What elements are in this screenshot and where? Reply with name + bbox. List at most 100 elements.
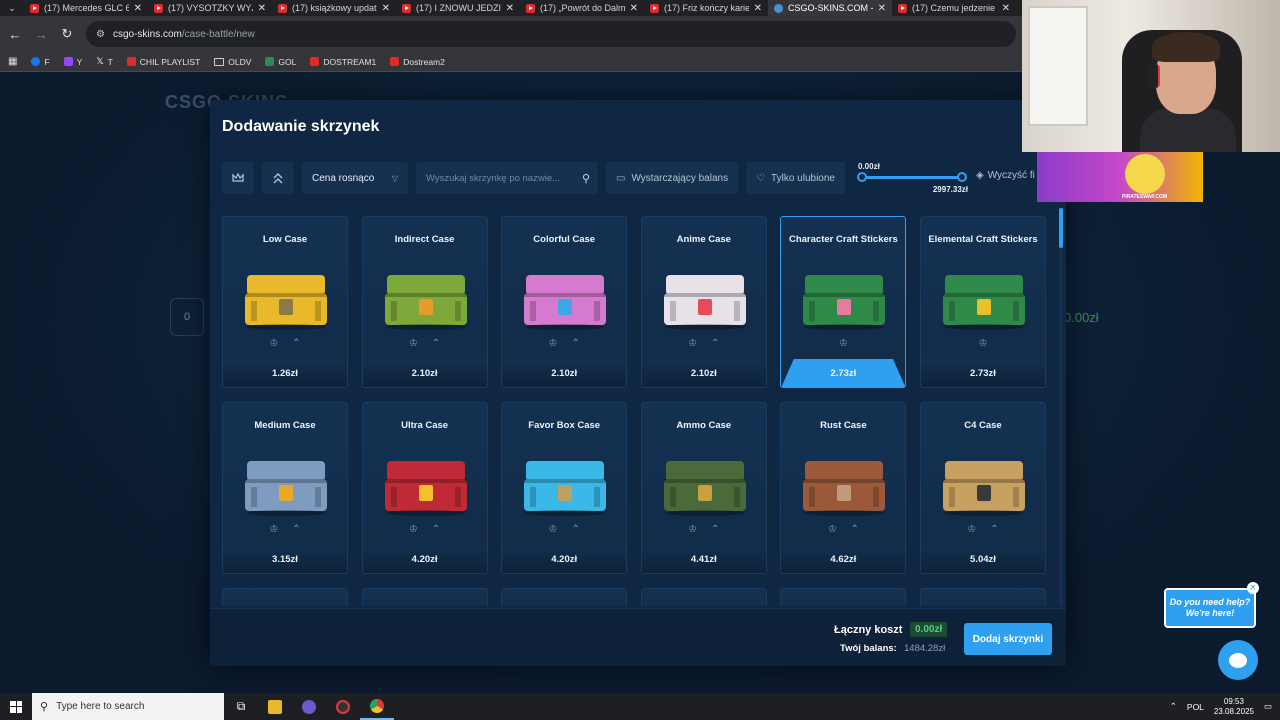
tray-chevron-icon[interactable]: ⌃: [1170, 701, 1177, 712]
add-cases-button[interactable]: Dodaj skrzynki: [964, 623, 1052, 655]
file-explorer-icon[interactable]: [258, 693, 292, 720]
case-card-partial[interactable]: [361, 588, 488, 606]
browser-tab[interactable]: (17) I ZNOWU JEDZIE ✕: [396, 0, 520, 16]
search-icon[interactable]: ⚲: [582, 172, 590, 185]
range-min-handle[interactable]: [857, 172, 867, 182]
reload-icon[interactable]: ↻: [60, 26, 74, 42]
browser-tab[interactable]: (17) Mercedes GLC 6 ✕: [24, 0, 148, 16]
case-card-partial[interactable]: [919, 588, 1046, 606]
chevrons-up-icon[interactable]: ⌃: [711, 338, 719, 349]
case-card[interactable]: Anime Case ♔ ⌃ 2.10zł: [640, 216, 767, 388]
task-view-icon[interactable]: ⧉: [224, 693, 258, 720]
price-range-slider[interactable]: 0.00zł 2997.33zł: [857, 160, 968, 196]
sort-select[interactable]: Cena rosnąco ▽: [302, 162, 408, 194]
range-track[interactable]: [862, 176, 962, 179]
case-card-partial[interactable]: [222, 588, 348, 606]
scrollbar-thumb[interactable]: [1059, 208, 1063, 248]
bookmark-item[interactable]: 𝕏T: [96, 56, 112, 67]
app-icon-1[interactable]: [292, 693, 326, 720]
chrome-icon[interactable]: [360, 693, 394, 720]
crown-icon[interactable]: ♔: [839, 338, 848, 349]
case-card-partial[interactable]: [640, 588, 767, 606]
case-grid-scrollbar[interactable]: [1059, 208, 1063, 606]
bookmark-item[interactable]: CHIL PLAYLIST: [126, 56, 200, 67]
case-card[interactable]: Elemental Craft Stickers ♔ 2.73zł: [919, 216, 1046, 388]
crown-icon[interactable]: ♔: [549, 338, 558, 349]
chevrons-up-icon[interactable]: ⌃: [571, 338, 579, 349]
clear-filters-button[interactable]: ◈ Wyczyść fi: [976, 170, 1035, 181]
language-indicator[interactable]: POL: [1187, 702, 1204, 712]
chat-button[interactable]: [1218, 640, 1258, 680]
bookmark-item[interactable]: Y: [63, 56, 82, 67]
favorites-toggle[interactable]: ♡ Tylko ulubione: [746, 162, 845, 194]
chevrons-up-icon[interactable]: ⌃: [292, 338, 300, 349]
case-card[interactable]: Indirect Case ♔ ⌃ 2.10zł: [361, 216, 488, 388]
crown-icon[interactable]: ♔: [549, 524, 558, 535]
case-search-input[interactable]: [426, 172, 582, 184]
browser-tab[interactable]: (17) „Powrót do Dalm ✕: [520, 0, 644, 16]
taskbar-search-input[interactable]: [56, 701, 207, 712]
close-tab-icon[interactable]: ✕: [878, 3, 886, 14]
case-card[interactable]: Rust Case ♔ ⌃ 4.62zł: [780, 402, 907, 574]
bookmark-item[interactable]: F: [31, 56, 50, 67]
chevrons-up-icon[interactable]: ⌃: [851, 524, 859, 535]
browser-tab[interactable]: (17) Friz kończy karie ✕: [644, 0, 768, 16]
browser-tab[interactable]: (17) książkowy updat ✕: [272, 0, 396, 16]
case-card[interactable]: Low Case ♔ ⌃ 1.26zł: [222, 216, 348, 388]
rank-filter-button[interactable]: [262, 162, 294, 194]
chevrons-up-icon[interactable]: ⌃: [711, 524, 719, 535]
crown-icon[interactable]: ♔: [269, 338, 278, 349]
chevrons-up-icon[interactable]: ⌃: [571, 524, 579, 535]
site-info-icon[interactable]: ⚙: [96, 29, 105, 40]
help-bubble[interactable]: Do you need help? We're here!: [1164, 588, 1256, 628]
chevrons-up-icon[interactable]: ⌃: [432, 338, 440, 349]
crown-icon[interactable]: ♔: [828, 524, 837, 535]
browser-tab[interactable]: CSGO-SKINS.COM - ✕: [768, 0, 892, 16]
sufficient-balance-toggle[interactable]: ▭ Wystarczający balans: [606, 162, 739, 194]
crown-icon[interactable]: ♔: [688, 524, 697, 535]
close-tab-icon[interactable]: ✕: [382, 3, 390, 14]
range-max-handle[interactable]: [957, 172, 967, 182]
url-field[interactable]: ⚙ csgo-skins.com/case-battle/new: [86, 21, 1016, 47]
app-icon-2[interactable]: [326, 693, 360, 720]
windows-start-button[interactable]: [0, 693, 32, 720]
browser-tab[interactable]: (17) VYSOTZKY WYJA ✕: [148, 0, 272, 16]
crown-icon[interactable]: ♔: [978, 338, 987, 349]
case-card[interactable]: Medium Case ♔ ⌃ 3.15zł: [222, 402, 348, 574]
crown-icon[interactable]: ♔: [409, 524, 418, 535]
clock[interactable]: 09:53 23.08.2025: [1214, 697, 1254, 717]
bookmark-item[interactable]: DOSTREAM1: [310, 56, 376, 67]
crown-filter-button[interactable]: [222, 162, 254, 194]
tab-search-icon[interactable]: ⌄: [0, 3, 24, 14]
bookmark-item[interactable]: GOL: [265, 56, 296, 67]
notifications-icon[interactable]: ▭: [1264, 701, 1272, 712]
close-icon[interactable]: ✕: [1247, 582, 1259, 594]
case-card[interactable]: Colorful Case ♔ ⌃ 2.10zł: [501, 216, 628, 388]
case-card[interactable]: Ammo Case ♔ ⌃ 4.41zł: [640, 402, 767, 574]
bookmark-item[interactable]: Dostream2: [390, 56, 445, 67]
close-tab-icon[interactable]: ✕: [754, 3, 762, 14]
case-card-partial[interactable]: [780, 588, 907, 606]
browser-tab[interactable]: (17) Czemu jedzenie ✕: [892, 0, 1016, 16]
case-card-partial[interactable]: [501, 588, 628, 606]
crown-icon[interactable]: ♔: [269, 524, 278, 535]
case-card[interactable]: Character Craft Stickers ♔ 2.73zł: [780, 216, 907, 388]
chevrons-up-icon[interactable]: ⌃: [990, 524, 998, 535]
close-tab-icon[interactable]: ✕: [506, 3, 514, 14]
back-icon[interactable]: ←: [8, 27, 22, 42]
close-tab-icon[interactable]: ✕: [630, 3, 638, 14]
chevrons-up-icon[interactable]: ⌃: [432, 524, 440, 535]
chevrons-up-icon[interactable]: ⌃: [292, 524, 300, 535]
case-card[interactable]: C4 Case ♔ ⌃ 5.04zł: [919, 402, 1046, 574]
crown-icon[interactable]: ♔: [688, 338, 697, 349]
bookmark-item[interactable]: OLDV: [214, 56, 251, 67]
apps-icon[interactable]: ▦: [8, 56, 17, 67]
close-tab-icon[interactable]: ✕: [258, 3, 266, 14]
close-tab-icon[interactable]: ✕: [134, 3, 142, 14]
case-card[interactable]: Favor Box Case ♔ ⌃ 4.20zł: [501, 402, 628, 574]
case-card[interactable]: Ultra Case ♔ ⌃ 4.20zł: [361, 402, 488, 574]
close-tab-icon[interactable]: ✕: [1002, 3, 1010, 14]
crown-icon[interactable]: ♔: [967, 524, 976, 535]
forward-icon[interactable]: →: [34, 27, 48, 42]
crown-icon[interactable]: ♔: [409, 338, 418, 349]
